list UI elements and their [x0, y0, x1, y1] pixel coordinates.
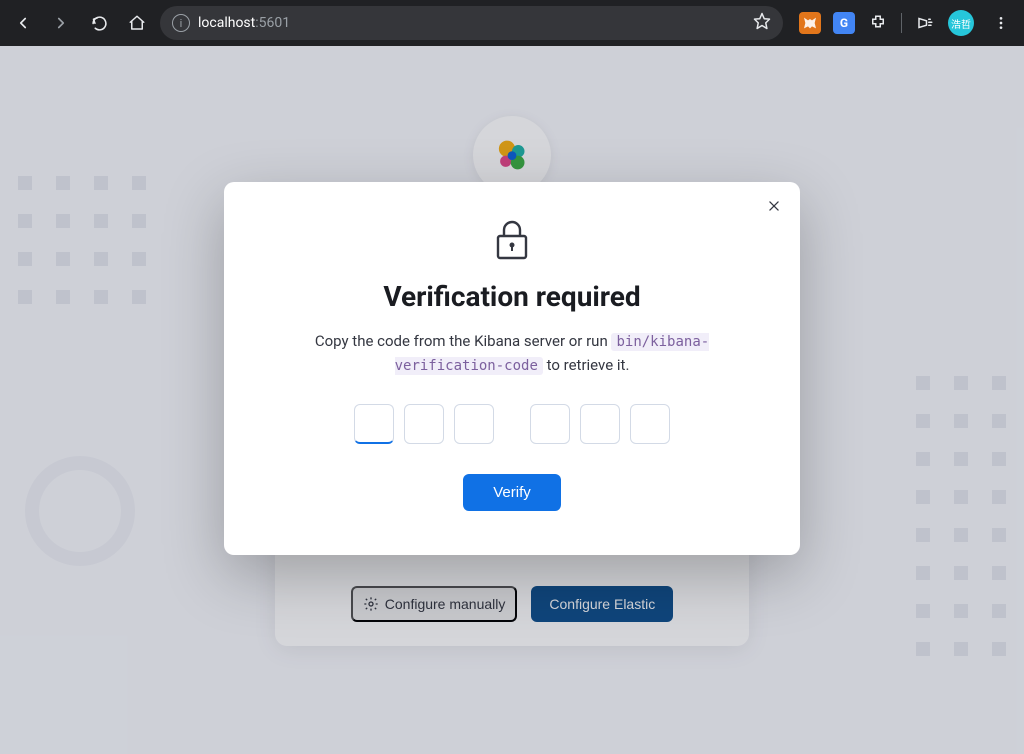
- lock-icon: [268, 218, 756, 262]
- code-digit-6[interactable]: [630, 404, 670, 444]
- code-digit-3[interactable]: [454, 404, 494, 444]
- address-bar[interactable]: i localhost:5601: [160, 6, 783, 40]
- url-port: :5601: [255, 15, 290, 31]
- toolbar-right: G 浩哲: [791, 8, 1016, 38]
- verify-button-label: Verify: [493, 484, 531, 501]
- verification-code-inputs: [268, 404, 756, 444]
- extensions-icon[interactable]: [867, 12, 889, 34]
- reload-button[interactable]: [84, 8, 114, 38]
- code-digit-5[interactable]: [580, 404, 620, 444]
- verify-button[interactable]: Verify: [463, 474, 561, 511]
- browser-toolbar: i localhost:5601 G 浩哲: [0, 0, 1024, 46]
- bookmark-star-icon[interactable]: [753, 12, 771, 34]
- modal-title: Verification required: [268, 280, 756, 313]
- code-digit-2[interactable]: [404, 404, 444, 444]
- media-control-icon[interactable]: [914, 12, 936, 34]
- verification-modal: Verification required Copy the code from…: [224, 182, 800, 555]
- back-button[interactable]: [8, 8, 38, 38]
- site-info-icon[interactable]: i: [172, 14, 190, 32]
- url-text: localhost:5601: [198, 15, 290, 31]
- code-digit-4[interactable]: [530, 404, 570, 444]
- code-digit-1[interactable]: [354, 404, 394, 444]
- extension-google-translate-icon[interactable]: G: [833, 12, 855, 34]
- toolbar-divider: [901, 13, 902, 33]
- modal-description: Copy the code from the Kibana server or …: [268, 329, 756, 378]
- modal-desc-suffix: to retrieve it.: [543, 356, 630, 374]
- close-button[interactable]: [762, 194, 786, 218]
- page-viewport: Configure manually Configure Elastic Ver…: [0, 46, 1024, 754]
- modal-desc-prefix: Copy the code from the Kibana server or …: [315, 332, 612, 350]
- profile-avatar[interactable]: 浩哲: [948, 10, 974, 36]
- home-button[interactable]: [122, 8, 152, 38]
- browser-menu-icon[interactable]: [986, 8, 1016, 38]
- extension-metamask-icon[interactable]: [799, 12, 821, 34]
- forward-button[interactable]: [46, 8, 76, 38]
- url-host: localhost: [198, 15, 255, 31]
